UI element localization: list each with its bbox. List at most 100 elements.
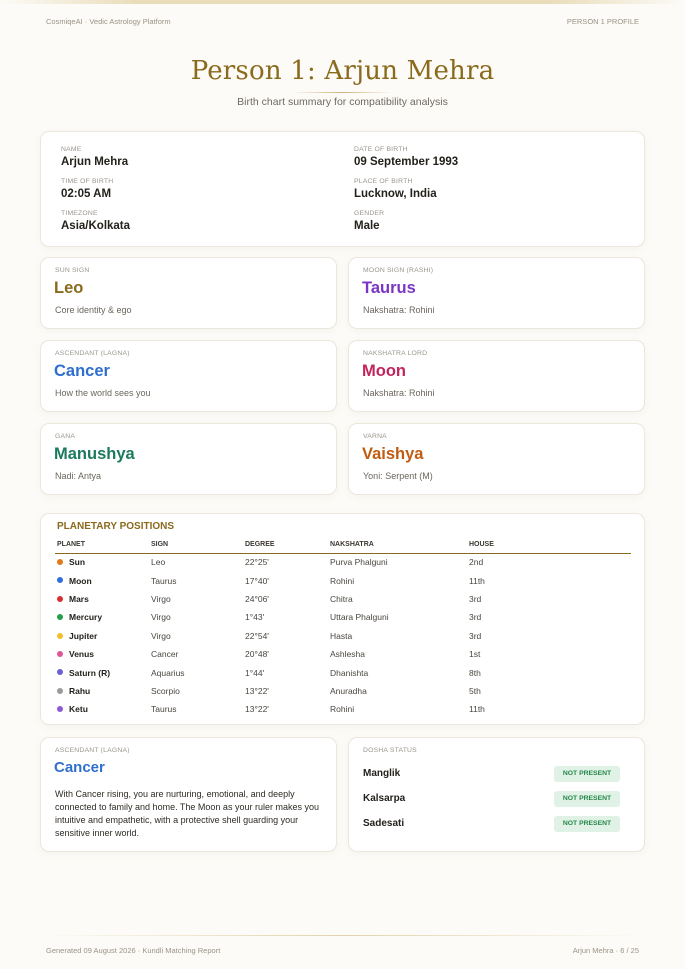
nakshatra-lord-card: NAKSHATRA LORD Moon Nakshatra: Rohini — [348, 340, 645, 412]
birth-info-card: NAME Arjun Mehra DATE OF BIRTH 09 Septem… — [40, 131, 645, 247]
sign-card-value: Taurus — [362, 279, 416, 297]
dosha-name: Manglik — [363, 768, 401, 779]
status-badge: NOT PRESENT — [554, 791, 620, 807]
info-label: TIMEZONE — [61, 210, 98, 217]
sign-cell: Cancer — [151, 649, 179, 660]
column-header: NAKSHATRA — [328, 540, 467, 554]
column-header: DEGREE — [243, 540, 328, 554]
info-timezone: TIMEZONE Asia/Kolkata — [61, 210, 321, 232]
footer-divider — [40, 935, 645, 936]
sign-cell: Taurus — [151, 704, 177, 715]
planet-dot-icon — [57, 614, 63, 621]
sign-cell: Taurus — [151, 575, 177, 586]
footer-generated: Generated 09 August 2026 · Kundli Matchi… — [46, 946, 221, 955]
planet-dot-icon — [57, 559, 63, 566]
house-cell: 3rd — [469, 630, 482, 641]
footer-page-number: Arjun Mehra · 6 / 25 — [572, 946, 639, 955]
degree-cell: 13°22' — [245, 685, 269, 696]
sign-cell: Virgo — [151, 612, 171, 623]
sign-cell: Virgo — [151, 593, 171, 604]
house-cell: 1st — [469, 649, 481, 660]
house-cell: 11th — [469, 575, 485, 586]
info-value: Arjun Mehra — [61, 156, 129, 168]
planet-dot-icon — [57, 577, 63, 584]
sign-card-value: Vaishya — [362, 445, 424, 463]
column-header: HOUSE — [467, 540, 631, 554]
planet-cell: Sun — [55, 553, 149, 571]
dosha-row-manglik: Manglik NOT PRESENT — [363, 766, 620, 784]
planet-cell: Jupiter — [55, 627, 149, 645]
sign-cell: Virgo — [151, 630, 171, 641]
sign-card-value: Leo — [54, 279, 84, 297]
page-subtitle: Birth chart summary for compatibility an… — [237, 96, 448, 108]
planet-name: Venus — [69, 649, 95, 660]
table-row: Mercury Virgo 1°43' Uttara Phalguni 3rd — [55, 608, 631, 626]
house-cell: 3rd — [469, 612, 482, 623]
dosha-row-sadesati: Sadesati NOT PRESENT — [363, 816, 620, 834]
sign-card-desc: Nadi: Antya — [55, 471, 102, 481]
degree-cell: 1°43' — [245, 612, 265, 623]
planet-cell: Mercury — [55, 608, 149, 626]
nakshatra-cell: Ashlesha — [330, 649, 365, 660]
degree-cell: 22°25' — [245, 557, 269, 568]
status-badge: NOT PRESENT — [554, 766, 620, 782]
info-gender: GENDER Male — [354, 210, 614, 232]
ascendant-label: ASCENDANT (LAGNA) — [55, 747, 130, 754]
house-cell: 5th — [469, 685, 481, 696]
table-row: Jupiter Virgo 22°54' Hasta 3rd — [55, 627, 631, 645]
nakshatra-cell: Chitra — [330, 593, 353, 604]
table-row: Ketu Taurus 13°22' Rohini 11th — [55, 700, 631, 718]
sign-card-desc: Nakshatra: Rohini — [363, 305, 435, 315]
planets-table: PLANET SIGN DEGREE NAKSHATRA HOUSE Sun L… — [55, 540, 631, 719]
degree-cell: 17°40' — [245, 575, 269, 586]
planet-name: Moon — [69, 575, 92, 586]
sign-card-desc: Core identity & ego — [55, 305, 132, 315]
planet-cell: Venus — [55, 645, 149, 663]
planet-name: Saturn (R) — [69, 667, 111, 678]
info-label: DATE OF BIRTH — [354, 146, 408, 153]
info-label: NAME — [61, 146, 82, 153]
dosha-row-kalsarpa: Kalsarpa NOT PRESENT — [363, 791, 620, 809]
info-tob: TIME OF BIRTH 02:05 AM — [61, 178, 321, 200]
sign-card-desc: How the world sees you — [55, 388, 151, 398]
table-row: Sun Leo 22°25' Purva Phalguni 2nd — [55, 553, 631, 571]
info-value: Lucknow, India — [354, 188, 437, 200]
dosha-name: Sadesati — [363, 818, 405, 829]
planetary-positions-card: PLANETARY POSITIONS PLANET SIGN DEGREE N… — [40, 513, 645, 725]
info-value: Male — [354, 220, 380, 232]
planet-name: Mars — [69, 593, 89, 604]
dosha-name: Kalsarpa — [363, 793, 406, 804]
table-row: Venus Cancer 20°48' Ashlesha 1st — [55, 645, 631, 663]
info-dob: DATE OF BIRTH 09 September 1993 — [354, 146, 614, 168]
moon-sign-card: MOON SIGN (RASHI) Taurus Nakshatra: Rohi… — [348, 257, 645, 329]
planet-name: Jupiter — [69, 630, 98, 641]
sign-cell: Aquarius — [151, 667, 185, 678]
column-header: SIGN — [149, 540, 243, 554]
house-cell: 2nd — [469, 557, 484, 568]
nakshatra-cell: Rohini — [330, 704, 355, 715]
house-cell: 11th — [469, 704, 485, 715]
sign-card-value: Moon — [362, 362, 406, 380]
planet-name: Rahu — [69, 685, 91, 696]
sign-card-label: ASCENDANT (LAGNA) — [55, 350, 130, 357]
info-value: 09 September 1993 — [354, 156, 459, 168]
table-header-row: PLANET SIGN DEGREE NAKSHATRA HOUSE — [55, 540, 631, 554]
sign-card-value: Manushya — [54, 445, 135, 463]
degree-cell: 22°54' — [245, 630, 269, 641]
page-title: Person 1: Arjun Mehra — [190, 56, 495, 86]
house-cell: 3rd — [469, 593, 482, 604]
info-label: GENDER — [354, 210, 385, 217]
sign-cell: Scorpio — [151, 685, 180, 696]
sign-card-desc: Yoni: Serpent (M) — [363, 471, 433, 481]
nakshatra-cell: Anuradha — [330, 685, 367, 696]
page-footer: Generated 09 August 2026 · Kundli Matchi… — [46, 946, 639, 958]
planet-dot-icon — [57, 687, 63, 694]
sun-sign-card: SUN SIGN Leo Core identity & ego — [40, 257, 337, 329]
nakshatra-cell: Dhanishta — [330, 667, 369, 678]
house-cell: 8th — [469, 667, 481, 678]
planet-cell: Ketu — [55, 700, 149, 718]
degree-cell: 1°44' — [245, 667, 265, 678]
planet-cell: Moon — [55, 571, 149, 589]
nakshatra-cell: Uttara Phalguni — [330, 612, 389, 623]
ascendant-detail-card: ASCENDANT (LAGNA) Cancer With Cancer ris… — [40, 737, 337, 852]
